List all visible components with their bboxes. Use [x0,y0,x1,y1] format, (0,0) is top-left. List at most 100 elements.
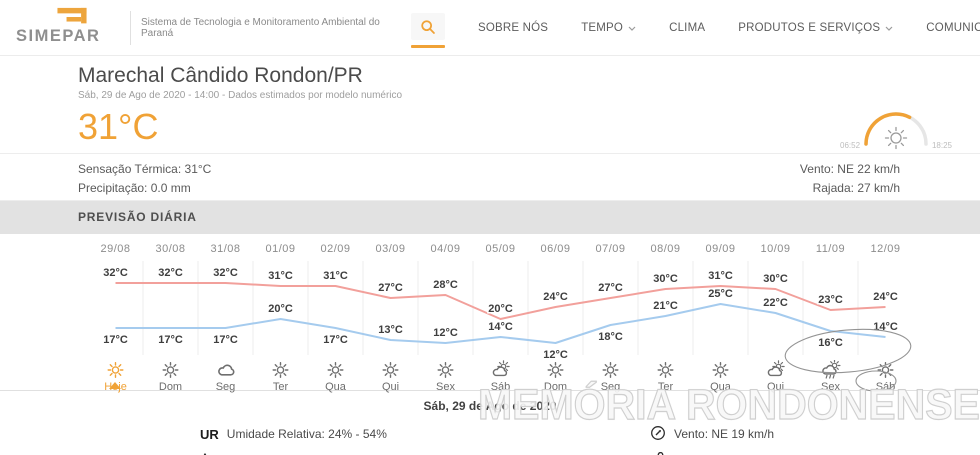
forecast-date: 08/09 [650,243,681,255]
forecast-date: 29/08 [100,243,131,255]
day-summary: Sáb, 29 de Ago de 2020 UR Umidade Relati… [0,391,980,455]
forecast-day-column[interactable]: Ter [638,360,693,393]
forecast-day-column[interactable]: Dom [143,360,198,393]
temp-label: 31°C [268,270,293,282]
wind-gust-icon [650,451,668,455]
nav-item-label: SOBRE NÓS [478,21,549,34]
search-icon[interactable] [411,13,445,40]
daily-forecast-chart: 29/08 30/08 31/08 01/09 02/09 03/09 04/09 05/09… [0,234,980,393]
temp-label: 17°C [323,334,348,346]
temp-label: 25°C [708,288,733,300]
temp-label: 16°C [818,337,843,349]
nav-item-label: CLIMA [669,21,706,34]
temp-label: 17°C [213,334,238,346]
compass-icon [650,425,666,444]
summary-wind-row: Vento: NE 19 km/h [650,424,774,444]
sun-icon [105,360,126,380]
temp-label: 30°C [763,273,788,285]
gust-row: Rajada: 27 km/h [812,181,900,195]
details-left: Sensação Térmica: 31°C Precipitação: 0.0… [78,160,211,198]
summary-gust-row: Rajada: 28 km/h [650,450,774,455]
sunrise-time: 06:52 [840,141,861,150]
simepar-weather-page: SIMEPAR Sistema de Tecnologia e Monitora… [0,0,980,455]
forecast-day-column[interactable]: Ter [253,360,308,393]
forecast-day-column[interactable]: Seg [583,360,638,393]
sun-icon [875,360,896,380]
cloud-icon [215,360,236,380]
forecast-day-column[interactable]: Qui [748,360,803,393]
accumulated-precipitation-row: Precipitação Acumulada: 0.0 mm [200,450,393,455]
temp-label: 27°C [378,282,403,294]
forecast-date: 09/09 [705,243,736,255]
sun-icon [325,360,346,380]
temp-label: 24°C [543,291,568,303]
forecast-date: 11/09 [815,243,846,255]
nav-item-produtos-e-servicos[interactable]: PRODUTOS E SERVIÇOS [738,22,893,34]
sun-icon [270,360,291,380]
simepar-logo[interactable]: SIMEPAR [14,7,120,49]
sun-cloud-icon [765,360,786,380]
summary-right-column: Vento: NE 19 km/h Rajada: 28 km/h [650,424,774,455]
forecast-dates-row: 29/08 30/08 31/08 01/09 02/09 03/09 04/09 05/09… [88,234,980,258]
nav-item-label: COMUNICAÇÃO [926,21,980,34]
temp-label: 17°C [103,334,128,346]
search-button[interactable] [411,13,445,48]
forecast-day-column[interactable]: Sex [803,360,858,393]
sun-cloud-icon [490,360,511,380]
forecast-date: 04/09 [430,243,461,255]
selected-day-indicator [109,382,121,389]
temp-label: 27°C [598,282,623,294]
logo-text: SIMEPAR [16,26,101,45]
chevron-down-icon [885,22,893,34]
nav-item-label: TEMPO [581,21,624,34]
summary-date: Sáb, 29 de Ago de 2020 [423,399,557,413]
forecast-date: 12/09 [870,243,901,255]
forecast-date: 07/09 [595,243,626,255]
temp-label: 14°C [873,321,898,333]
temp-label: 14°C [488,321,513,333]
nav-item-comunicacao[interactable]: COMUNICAÇÃO [926,22,980,34]
site-tagline: Sistema de Tecnologia e Monitoramento Am… [141,16,380,39]
forecast-date: 02/09 [320,243,351,255]
temp-label: 12°C [433,327,458,339]
precipitation-row: Precipitação: 0.0 mm [78,181,191,195]
header-divider [130,10,131,45]
forecast-date: 01/09 [265,243,296,255]
temp-label: 23°C [818,294,843,306]
temp-label: 28°C [433,279,458,291]
forecast-days-row: Hoje Dom Seg Ter Qua Qui Sex Sáb Dom Seg Ter Qua Qui… [88,358,980,393]
forecast-date: 30/08 [155,243,186,255]
forecast-day-column[interactable]: Qua [308,360,363,393]
current-conditions: Marechal Cândido Rondon/PR Sáb, 29 de Ag… [0,64,980,154]
temperature-chart: 32°C 32°C 32°C 31°C 31°C 27°C 28°C 20°C 24°C 27°C… [102,261,899,363]
temp-label: 24°C [873,291,898,303]
forecast-day-column[interactable]: Sex [418,360,473,393]
forecast-day-column[interactable]: Dom [528,360,583,393]
sun-icon [710,360,731,380]
nav-item-tempo[interactable]: TEMPO [581,22,636,34]
forecast-day-column[interactable]: Sáb [473,360,528,393]
current-details: Sensação Térmica: 31°C Precipitação: 0.0… [0,154,980,201]
forecast-date: 03/09 [375,243,406,255]
nav-item-sobre-nos[interactable]: SOBRE NÓS [478,22,548,34]
nav-item-clima[interactable]: CLIMA [669,22,705,34]
sun-icon [600,360,621,380]
city-title: Marechal Cândido Rondon/PR [78,64,363,87]
temp-label: 17°C [158,334,183,346]
forecast-day-column[interactable]: Seg [198,360,253,393]
sunset-time: 18:25 [931,141,952,150]
temp-label: 20°C [488,303,513,315]
sun-icon [160,360,181,380]
temp-label: 31°C [708,270,733,282]
site-header: SIMEPAR Sistema de Tecnologia e Monitora… [0,0,980,56]
temp-label: 31°C [323,270,348,282]
forecast-day-column[interactable]: Sáb [858,360,913,393]
humidity-row: UR Umidade Relativa: 24% - 54% [200,426,387,442]
temp-label: 13°C [378,324,403,336]
forecast-day-column[interactable]: Qui [363,360,418,393]
sun-icon [655,360,676,380]
forecast-day-column[interactable]: Qua [693,360,748,393]
sun-icon [884,126,908,150]
temp-label: 32°C [103,267,128,279]
temp-label: 32°C [158,267,183,279]
